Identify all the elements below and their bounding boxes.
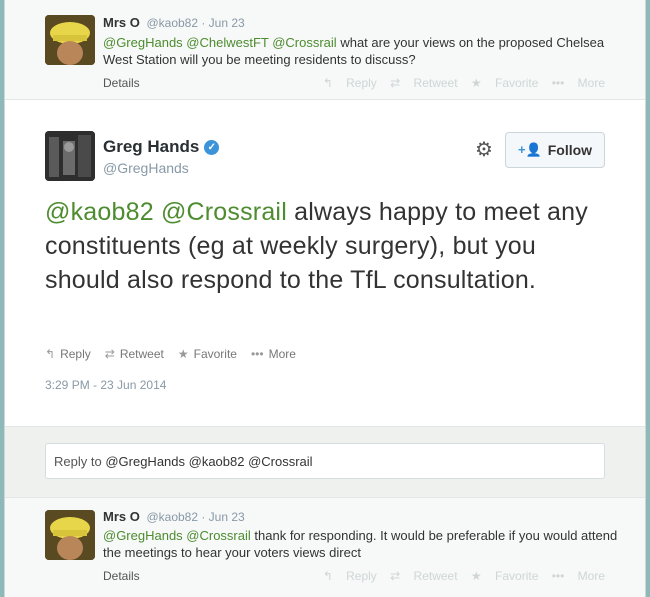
- more-dots-icon: •••: [250, 347, 264, 361]
- details-link[interactable]: Details: [103, 569, 140, 583]
- verified-badge-icon: ✓: [204, 139, 220, 155]
- tweet-timestamp[interactable]: 3:29 PM - 23 Jun 2014: [45, 378, 166, 392]
- mention-links[interactable]: @GregHands @Crossrail: [103, 528, 251, 543]
- gear-icon[interactable]: ⚙: [473, 139, 495, 161]
- more-action[interactable]: ••• More: [552, 76, 605, 90]
- author-handle[interactable]: @GregHands: [103, 160, 189, 176]
- reply-label: Reply: [346, 569, 377, 583]
- avatar[interactable]: [45, 15, 95, 65]
- reply-icon: ↰: [45, 347, 56, 361]
- follow-user-icon: +👤: [517, 142, 542, 157]
- avatar-image: [45, 131, 95, 181]
- reply-action[interactable]: ↰ Reply: [323, 76, 377, 90]
- tweet-actions: ↰ Reply ⇄ Retweet ★ Favorite ••• More: [45, 347, 296, 361]
- tweet-text: @GregHands @Crossrail thank for respondi…: [103, 527, 623, 561]
- favorite-action[interactable]: ★ Favorite: [471, 569, 538, 583]
- retweet-label: Retweet: [413, 76, 458, 90]
- avatar[interactable]: [45, 510, 95, 560]
- star-icon: ★: [177, 347, 189, 361]
- reply-label: Reply: [346, 76, 377, 90]
- author-name[interactable]: Greg Hands: [103, 137, 199, 157]
- mention-links[interactable]: @GregHands @ChelwestFT @Crossrail: [103, 35, 337, 50]
- more-action[interactable]: ••• More: [552, 569, 605, 583]
- reply-prefix: Reply to: [54, 454, 102, 469]
- author-name[interactable]: Mrs O: [103, 15, 140, 30]
- more-action[interactable]: ••• More: [251, 347, 296, 361]
- details-link[interactable]: Details: [103, 76, 140, 90]
- avatar-image: [45, 510, 95, 560]
- tweet-header: Mrs O @kaob82 · Jun 23: [103, 15, 245, 30]
- favorite-action[interactable]: ★ Favorite: [471, 76, 538, 90]
- tweet-text: @GregHands @ChelwestFT @Crossrail what a…: [103, 34, 623, 68]
- avatar[interactable]: [45, 131, 95, 181]
- conversation-frame: Mrs O @kaob82 · Jun 23 @GregHands @Chelw…: [4, 0, 646, 597]
- author-name[interactable]: Mrs O: [103, 509, 140, 524]
- retweet-action[interactable]: ⇄ Retweet: [105, 347, 164, 361]
- favorite-label: Favorite: [193, 347, 237, 361]
- tweet-mrs-o-first[interactable]: Mrs O @kaob82 · Jun 23 @GregHands @Chelw…: [5, 0, 645, 100]
- retweet-icon: ⇄: [104, 347, 115, 361]
- avatar-image: [45, 15, 95, 65]
- tweet-header: Mrs O @kaob82 · Jun 23: [103, 509, 245, 524]
- retweet-action[interactable]: ⇄ Retweet: [390, 569, 457, 583]
- follow-label: Follow: [547, 142, 593, 158]
- tweet-actions: ↰ Reply ⇄ Retweet ★ Favorite ••• More: [313, 569, 605, 583]
- tweet-actions: ↰ Reply ⇄ Retweet ★ Favorite ••• More: [313, 76, 605, 90]
- more-label: More: [577, 76, 605, 90]
- more-label: More: [268, 347, 296, 361]
- mention-links[interactable]: @kaob82 @Crossrail: [45, 198, 287, 226]
- favorite-label: Favorite: [495, 76, 539, 90]
- follow-button[interactable]: +👤 Follow: [505, 132, 605, 168]
- tweet-text: @kaob82 @Crossrail always happy to meet …: [45, 195, 615, 297]
- author-name-row[interactable]: Greg Hands ✓: [103, 137, 220, 157]
- reply-label: Reply: [60, 347, 91, 361]
- favorite-label: Favorite: [495, 569, 539, 583]
- retweet-label: Retweet: [413, 569, 458, 583]
- author-handle-date[interactable]: @kaob82 · Jun 23: [146, 510, 244, 524]
- reply-action[interactable]: ↰ Reply: [323, 569, 377, 583]
- retweet-action[interactable]: ⇄ Retweet: [390, 76, 457, 90]
- retweet-label: Retweet: [119, 347, 164, 361]
- reply-input[interactable]: Reply to @GregHands @kaob82 @Crossrail: [45, 443, 605, 479]
- tweet-greg-hands: Greg Hands ✓ @GregHands ⚙ +👤 Follow @kao…: [5, 101, 645, 426]
- reply-action[interactable]: ↰ Reply: [45, 347, 91, 361]
- reply-area: Reply to @GregHands @kaob82 @Crossrail: [5, 426, 645, 497]
- more-label: More: [577, 569, 605, 583]
- reply-mentions: @GregHands @kaob82 @Crossrail: [105, 454, 313, 469]
- tweet-mrs-o-reply[interactable]: Mrs O @kaob82 · Jun 23 @GregHands @Cross…: [5, 497, 645, 597]
- favorite-action[interactable]: ★ Favorite: [178, 347, 237, 361]
- author-handle-date[interactable]: @kaob82 · Jun 23: [146, 16, 244, 30]
